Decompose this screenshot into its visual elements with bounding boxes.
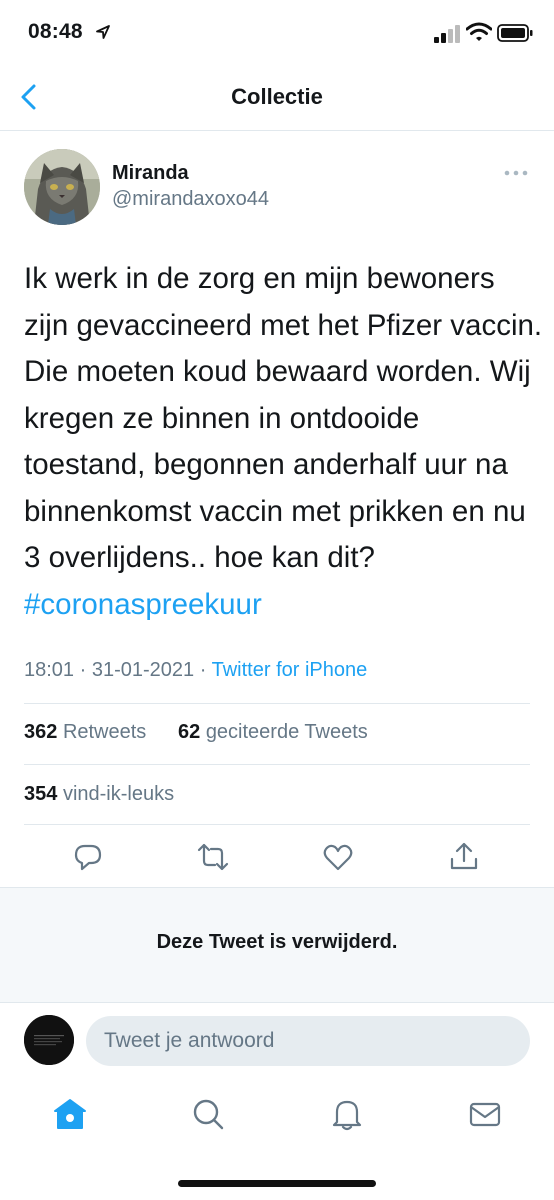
meta-separator: · [199, 659, 207, 681]
tweet-source-link[interactable]: Twitter for iPhone [212, 659, 368, 681]
home-indicator [178, 1180, 376, 1187]
likes-divider [24, 824, 530, 825]
hashtag-link[interactable]: #coronaspreekuur [24, 588, 262, 621]
like-heart-icon[interactable] [322, 841, 354, 873]
search-icon[interactable] [190, 1096, 226, 1132]
tweet-date: 31-01-2021 [91, 659, 195, 681]
home-icon[interactable] [52, 1096, 88, 1132]
location-arrow-icon [96, 25, 110, 39]
messages-envelope-icon[interactable] [467, 1096, 503, 1132]
tweet-text: Ik werk in de zorg en mijn bewoners zijn… [24, 256, 544, 628]
page-title: Collectie [231, 84, 323, 109]
retweet-icon[interactable] [197, 841, 229, 873]
meta-separator: · [79, 659, 87, 681]
notifications-bell-icon[interactable] [329, 1096, 365, 1132]
tweet-meta: 18:01 · 31-01-2021 · Twitter for iPhone [24, 659, 367, 682]
more-options-icon[interactable] [504, 168, 528, 178]
dark-avatar-icon [24, 1015, 74, 1065]
header-divider [0, 130, 554, 131]
likes-label: vind-ik-leuks [62, 783, 175, 805]
author-handle[interactable]: @mirandaxoxo44 [112, 188, 269, 211]
quotes-count: 62 [178, 721, 201, 743]
retweets-label: Retweets [62, 721, 147, 743]
reply-icon[interactable] [72, 841, 104, 873]
avatar[interactable] [24, 149, 100, 225]
quote-stats[interactable]: 62 geciteerde Tweets [178, 721, 368, 744]
retweet-stats[interactable]: 362 Retweets [24, 721, 146, 744]
likes-count: 354 [24, 783, 58, 805]
meta-divider [24, 703, 530, 704]
share-icon[interactable] [448, 841, 480, 873]
status-time: 08:48 [28, 20, 83, 43]
tweet-time: 18:01 [24, 659, 75, 681]
quotes-label: geciteerde Tweets [205, 721, 368, 743]
deleted-tweet-notice: Deze Tweet is verwijderd. [156, 931, 398, 953]
cellular-signal-icon [434, 25, 460, 43]
tweet-body-text: Ik werk in de zorg en mijn bewoners zijn… [24, 262, 543, 574]
current-user-avatar[interactable] [24, 1015, 74, 1065]
author-name[interactable]: Miranda [112, 162, 189, 185]
stats-divider [24, 764, 530, 765]
deleted-divider [0, 1002, 554, 1003]
reply-input[interactable] [86, 1016, 530, 1066]
wifi-icon [466, 22, 492, 41]
like-stats[interactable]: 354 vind-ik-leuks [24, 783, 174, 806]
retweets-count: 362 [24, 721, 58, 743]
cat-avatar-icon [24, 149, 100, 225]
battery-icon [497, 24, 533, 42]
